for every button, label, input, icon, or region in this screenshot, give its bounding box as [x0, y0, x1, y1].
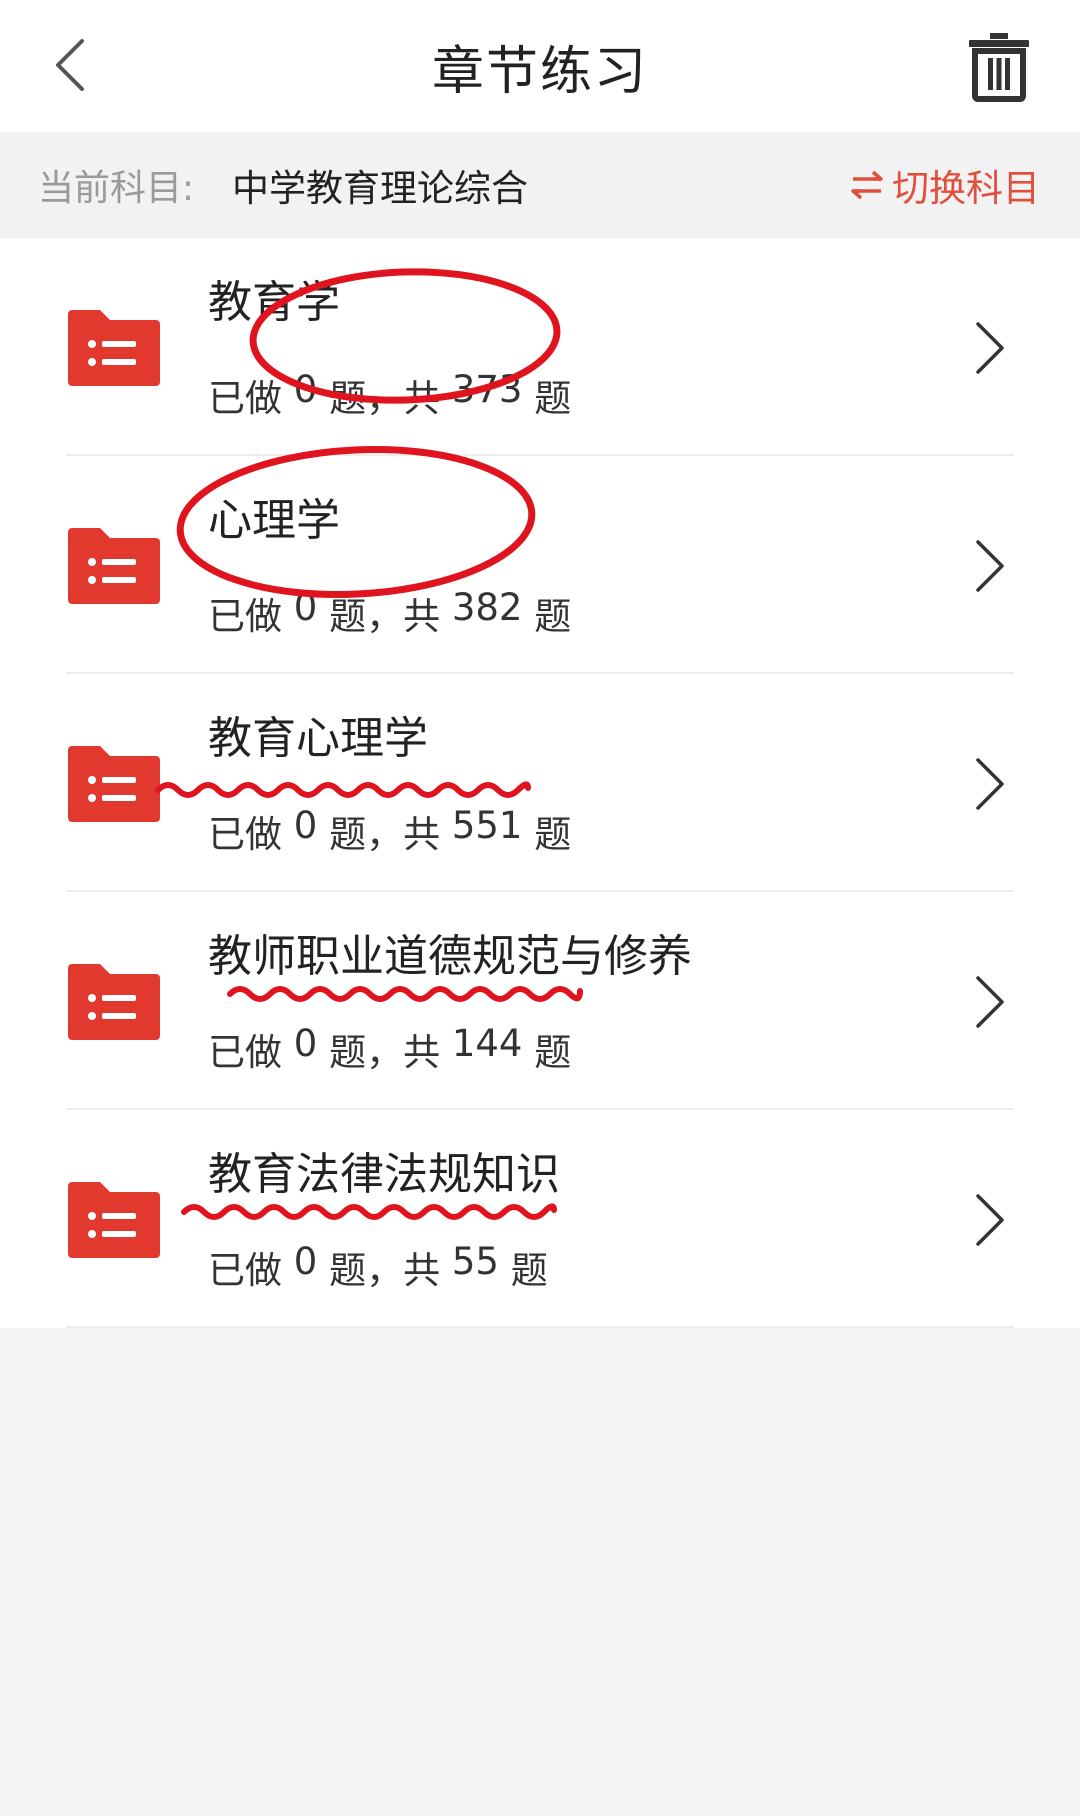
- chapter-progress: 已做 0 题，共 373 题: [208, 368, 571, 422]
- progress-prefix: 已做: [208, 377, 294, 420]
- page-title: 章节练习: [431, 41, 648, 102]
- progress-suffix: 题: [498, 1249, 548, 1292]
- chapter-progress: 已做 0 题，共 144 题: [208, 1022, 571, 1076]
- current-subject-name: 中学教育理论综合: [232, 167, 528, 210]
- chapter-progress: 已做 0 题，共 382 题: [208, 586, 571, 640]
- back-button[interactable]: [30, 20, 110, 110]
- chevron-right-icon: [976, 976, 1004, 1028]
- folder-list-icon: [68, 1182, 160, 1258]
- done-count: 0: [293, 1022, 318, 1065]
- divider: [66, 1326, 1014, 1328]
- chapter-item[interactable]: 心理学 已做 0 题，共 382 题: [0, 456, 1080, 674]
- progress-mid: 题，共: [317, 1249, 452, 1292]
- total-count: 144: [451, 1022, 523, 1065]
- chapter-item[interactable]: 教育学 已做 0 题，共 373 题: [0, 238, 1080, 456]
- chapter-list: 教育学 已做 0 题，共 373 题 心理学 已做 0 题，共 382 题 教育…: [0, 238, 1080, 1328]
- folder-list-icon: [68, 310, 160, 386]
- delete-button[interactable]: [954, 18, 1044, 114]
- chevron-right-icon: [976, 540, 1004, 592]
- chapter-title: 心理学: [208, 495, 340, 546]
- chapter-title: 教育法律法规知识: [208, 1149, 560, 1200]
- chapter-item[interactable]: 教育法律法规知识 已做 0 题，共 55 题: [0, 1110, 1080, 1328]
- progress-mid: 题，共: [317, 1031, 452, 1074]
- progress-prefix: 已做: [208, 1249, 294, 1292]
- switch-subject-button[interactable]: 切换科目: [850, 132, 1040, 238]
- chapter-progress: 已做 0 题，共 55 题: [208, 1240, 548, 1294]
- chapter-item[interactable]: 教师职业道德规范与修养 已做 0 题，共 144 题: [0, 892, 1080, 1110]
- progress-suffix: 题: [522, 1031, 572, 1074]
- progress-suffix: 题: [522, 595, 572, 638]
- subject-bar: 当前科目: 中学教育理论综合 切换科目: [0, 132, 1080, 238]
- chapter-progress: 已做 0 题，共 551 题: [208, 804, 571, 858]
- total-count: 55: [451, 1240, 499, 1283]
- done-count: 0: [293, 804, 318, 847]
- folder-list-icon: [68, 746, 160, 822]
- chapter-title: 教师职业道德规范与修养: [208, 931, 692, 982]
- chapter-item[interactable]: 教育心理学 已做 0 题，共 551 题: [0, 674, 1080, 892]
- app-header: 章节练习: [0, 0, 1080, 132]
- done-count: 0: [293, 586, 318, 629]
- folder-list-icon: [68, 528, 160, 604]
- switch-subject-label: 切换科目: [892, 167, 1040, 210]
- total-count: 373: [451, 368, 523, 411]
- progress-mid: 题，共: [317, 377, 452, 420]
- progress-prefix: 已做: [208, 1031, 294, 1074]
- chapter-title: 教育心理学: [208, 713, 428, 764]
- progress-suffix: 题: [522, 377, 572, 420]
- current-subject-label: 当前科目:: [38, 168, 195, 209]
- trash-icon: [969, 33, 1029, 102]
- swap-arrows-icon: [851, 170, 883, 200]
- progress-prefix: 已做: [208, 813, 294, 856]
- progress-mid: 题，共: [317, 595, 452, 638]
- progress-prefix: 已做: [208, 595, 294, 638]
- chevron-right-icon: [976, 758, 1004, 810]
- done-count: 0: [293, 368, 318, 411]
- chevron-right-icon: [976, 1194, 1004, 1246]
- chapter-title: 教育学: [208, 277, 340, 328]
- chevron-left-icon: [56, 39, 84, 91]
- progress-suffix: 题: [522, 813, 572, 856]
- chevron-right-icon: [976, 322, 1004, 374]
- folder-list-icon: [68, 964, 160, 1040]
- progress-mid: 题，共: [317, 813, 452, 856]
- total-count: 551: [451, 804, 523, 847]
- done-count: 0: [293, 1240, 318, 1283]
- total-count: 382: [451, 586, 523, 629]
